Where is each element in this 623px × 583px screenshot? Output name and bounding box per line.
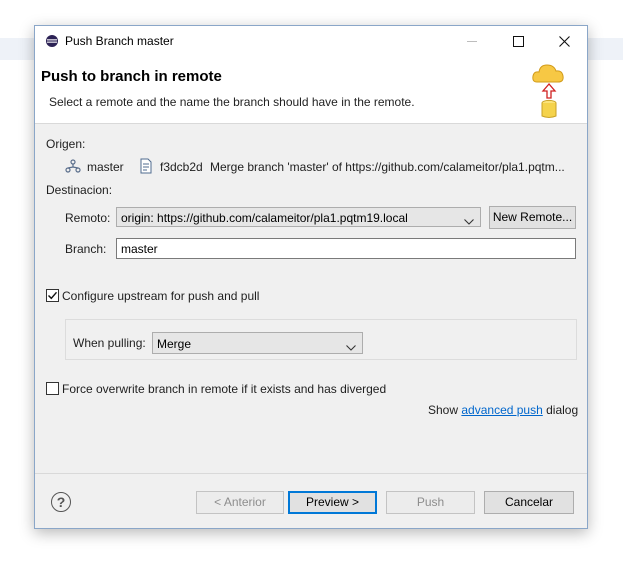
chevron-down-icon bbox=[346, 340, 356, 354]
branch-label: Branch: bbox=[65, 242, 107, 256]
title-bar: Push Branch master bbox=[35, 26, 587, 56]
advanced-prefix: Show bbox=[428, 403, 459, 417]
source-label: Origen: bbox=[46, 137, 86, 151]
preview-button[interactable]: Preview > bbox=[288, 491, 377, 514]
remote-select[interactable]: origin: https://github.com/calameitor/pl… bbox=[116, 207, 481, 227]
wizard-title: Push to branch in remote bbox=[41, 68, 222, 85]
branch-input[interactable]: master bbox=[116, 238, 576, 259]
wizard-description: Select a remote and the name the branch … bbox=[49, 95, 415, 109]
source-branch: master bbox=[87, 160, 124, 174]
help-icon[interactable]: ? bbox=[51, 492, 71, 512]
wizard-header: Push to branch in remote Select a remote… bbox=[35, 56, 587, 124]
when-pulling-label: When pulling: bbox=[73, 336, 146, 350]
advanced-suffix: dialog bbox=[546, 403, 579, 417]
destination-label: Destinacion: bbox=[46, 183, 113, 197]
minimize-button[interactable] bbox=[449, 26, 495, 56]
push-branch-dialog: Push Branch master Push to branch in rem… bbox=[34, 25, 588, 529]
force-overwrite-label: Force overwrite branch in remote if it e… bbox=[62, 382, 387, 396]
push-button[interactable]: Push bbox=[386, 491, 475, 514]
when-pulling-select[interactable]: Merge bbox=[152, 332, 363, 354]
commit-icon bbox=[139, 158, 153, 177]
footer-separator bbox=[35, 473, 587, 474]
branch-input-value: master bbox=[121, 242, 158, 256]
maximize-button[interactable] bbox=[495, 26, 541, 56]
chevron-down-icon bbox=[464, 214, 474, 228]
new-remote-button[interactable]: New Remote... bbox=[489, 206, 576, 229]
configure-upstream-checkbox[interactable] bbox=[46, 289, 59, 302]
force-overwrite-checkbox[interactable] bbox=[46, 382, 59, 395]
cloud-push-icon bbox=[531, 60, 567, 125]
when-pulling-value: Merge bbox=[157, 337, 192, 351]
source-commit-message: Merge branch 'master' of https://github.… bbox=[210, 160, 565, 174]
back-button[interactable]: < Anterior bbox=[196, 491, 284, 514]
close-button[interactable] bbox=[541, 26, 587, 56]
cancel-button[interactable]: Cancelar bbox=[484, 491, 574, 514]
window-title: Push Branch master bbox=[65, 34, 174, 48]
configure-upstream-label: Configure upstream for push and pull bbox=[62, 289, 260, 303]
remote-label: Remoto: bbox=[65, 211, 111, 225]
advanced-push-row: Show advanced push dialog bbox=[428, 403, 578, 417]
eclipse-icon bbox=[46, 35, 58, 47]
remote-select-value: origin: https://github.com/calameitor/pl… bbox=[121, 211, 408, 225]
source-commit-id: f3dcb2d bbox=[160, 160, 203, 174]
branch-icon bbox=[65, 159, 81, 176]
advanced-push-link[interactable]: advanced push bbox=[461, 403, 542, 417]
